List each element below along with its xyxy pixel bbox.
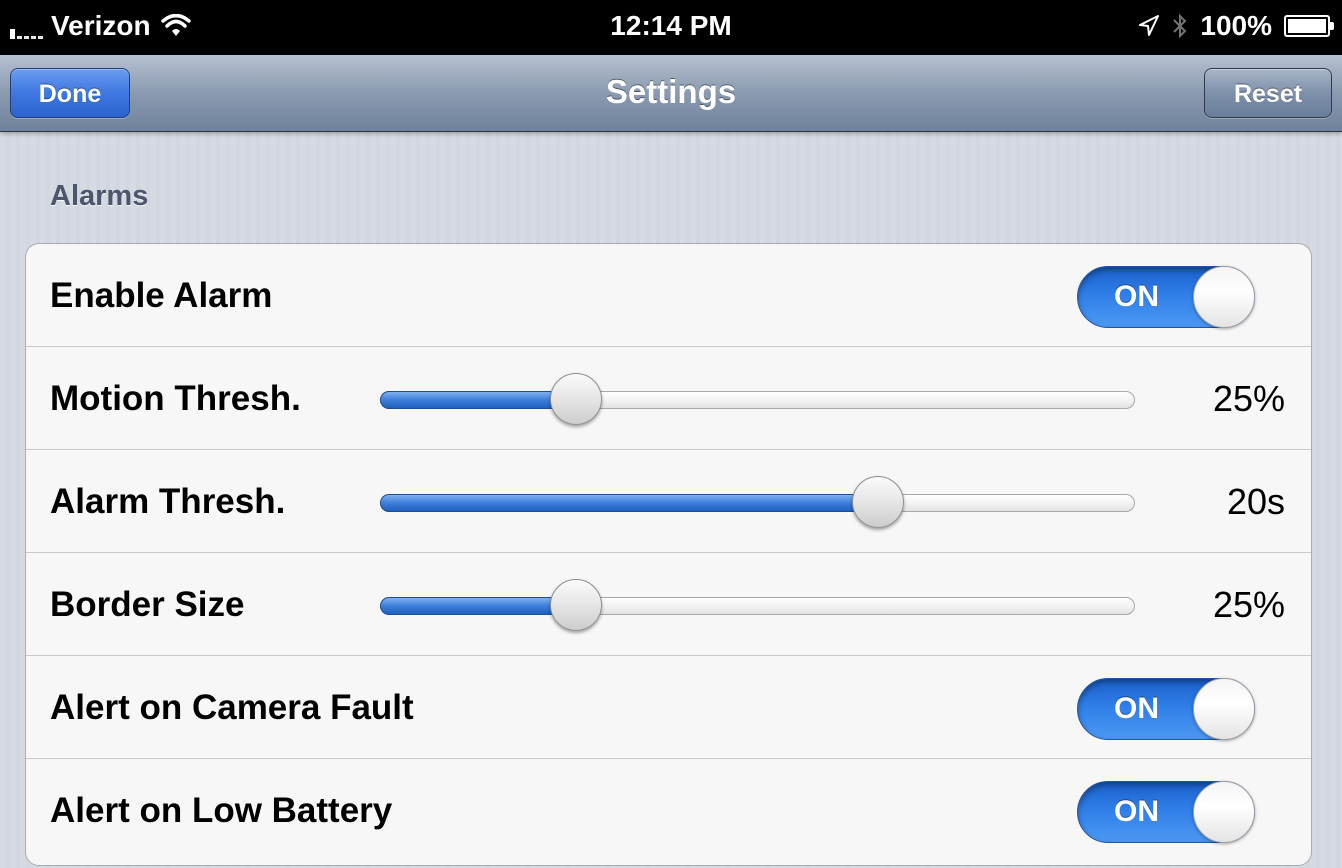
switch-state-label: ON bbox=[1114, 692, 1159, 725]
alert-low-battery-switch[interactable]: ON bbox=[1077, 781, 1255, 843]
slider-fill bbox=[380, 597, 577, 615]
row-value: 25% bbox=[1212, 378, 1285, 419]
border-size-slider[interactable] bbox=[380, 579, 1135, 631]
enable-alarm-switch[interactable]: ON bbox=[1077, 266, 1255, 328]
row-value: 20s bbox=[1226, 481, 1285, 522]
row-alarm-thresh: Alarm Thresh. 20s bbox=[26, 450, 1311, 553]
alarm-thresh-slider[interactable] bbox=[380, 476, 1135, 528]
row-enable-alarm: Enable Alarm ON bbox=[26, 244, 1311, 347]
section-header-alarms: Alarms bbox=[50, 180, 149, 212]
slider-thumb[interactable] bbox=[550, 373, 603, 425]
reset-button[interactable]: Reset bbox=[1204, 68, 1332, 118]
navigation-bar: Done Settings Reset bbox=[0, 55, 1342, 132]
motion-thresh-slider[interactable] bbox=[380, 373, 1135, 425]
bluetooth-icon bbox=[1173, 13, 1187, 39]
row-alert-low-battery: Alert on Low Battery ON bbox=[26, 759, 1311, 862]
switch-state-label: ON bbox=[1114, 795, 1159, 828]
switch-knob[interactable] bbox=[1193, 781, 1255, 843]
switch-knob[interactable] bbox=[1193, 678, 1255, 740]
row-label: Alarm Thresh. bbox=[50, 482, 286, 521]
row-motion-thresh: Motion Thresh. 25% bbox=[26, 347, 1311, 450]
slider-thumb[interactable] bbox=[550, 579, 603, 631]
row-label: Alert on Camera Fault bbox=[50, 688, 414, 727]
status-right: 100% bbox=[1126, 10, 1334, 42]
alert-camera-fault-switch[interactable]: ON bbox=[1077, 678, 1255, 740]
row-value: 25% bbox=[1212, 584, 1285, 625]
row-label: Alert on Low Battery bbox=[50, 791, 393, 830]
battery-charging-icon bbox=[1284, 15, 1334, 37]
battery-percentage: 100% bbox=[1200, 10, 1272, 41]
slider-fill bbox=[380, 494, 879, 512]
slider-thumb[interactable] bbox=[852, 476, 905, 528]
row-label: Enable Alarm bbox=[50, 276, 273, 315]
location-arrow-icon bbox=[1139, 15, 1160, 36]
page-title: Settings bbox=[605, 73, 737, 110]
switch-knob[interactable] bbox=[1193, 266, 1255, 328]
row-border-size: Border Size 25% bbox=[26, 553, 1311, 656]
switch-state-label: ON bbox=[1114, 280, 1159, 313]
row-alert-camera-fault: Alert on Camera Fault ON bbox=[26, 656, 1311, 759]
status-bar: Verizon 12:14 PM 100% bbox=[0, 0, 1342, 55]
row-label: Border Size bbox=[50, 585, 245, 624]
settings-group: Enable Alarm ON Motion Thresh. 25% Alarm… bbox=[25, 243, 1312, 866]
row-label: Motion Thresh. bbox=[50, 379, 301, 418]
slider-fill bbox=[380, 391, 577, 409]
